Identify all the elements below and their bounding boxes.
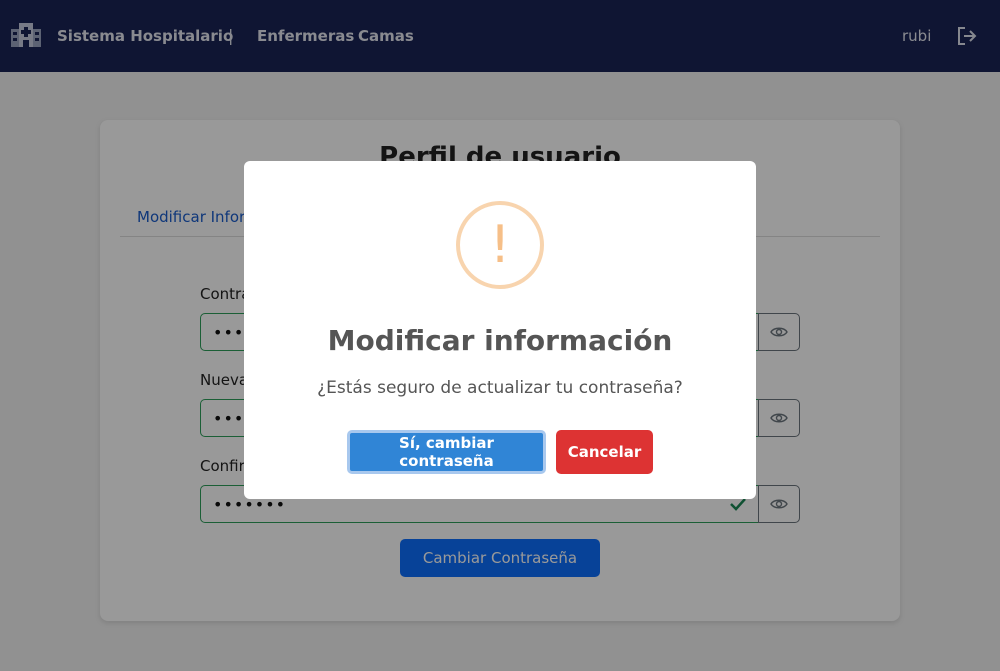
- cancel-button[interactable]: Cancelar: [556, 430, 653, 474]
- warning-icon: !: [456, 201, 544, 289]
- dialog-message: ¿Estás seguro de actualizar tu contraseñ…: [317, 378, 683, 398]
- dialog-title: Modificar información: [327, 324, 673, 357]
- confirm-dialog: ! Modificar información ¿Estás seguro de…: [244, 161, 756, 499]
- confirm-button[interactable]: Sí, cambiar contraseña: [347, 430, 546, 474]
